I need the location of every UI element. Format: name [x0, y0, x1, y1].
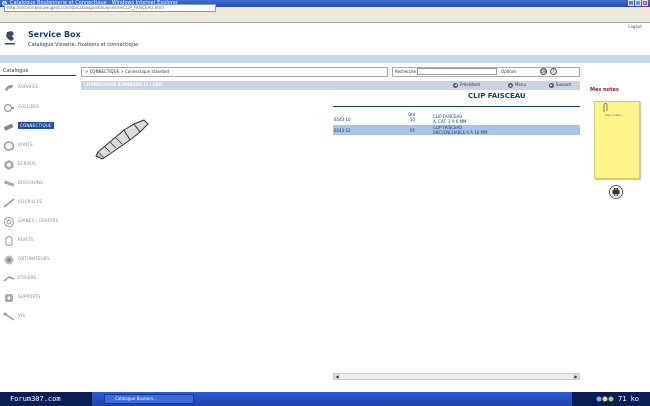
sidebar-item-label: CONNECTIQUE	[18, 122, 54, 129]
app-title: Service Box	[28, 30, 81, 39]
scroll-left-icon[interactable]: ◀	[334, 374, 340, 379]
sidebar-item-label: GOUPILLES	[18, 199, 43, 204]
part-ref: 6543 12	[334, 128, 351, 133]
search-go-button[interactable]: OK	[540, 68, 547, 75]
clip-icon	[5, 84, 13, 91]
taskbar-item-ie[interactable]: Catalogue Boulonn...	[104, 394, 194, 404]
sidebar-item-label: OBTURATEURS	[18, 256, 50, 261]
table-row[interactable]: 6543 10 10 CLIP FAISCEAU A. CAT. 3 A 6 M…	[333, 114, 580, 124]
section-title: CONNECTIQUE STANDARD (1 / 148)	[84, 82, 163, 87]
start-button[interactable]: Forum307.com	[0, 392, 92, 406]
sidebar-item-bouchons[interactable]: BOUCHONS	[0, 176, 76, 192]
part-qty: 01	[410, 128, 416, 133]
paperclip-icon	[603, 103, 608, 112]
sidebar-item-label: BOUCHONS	[18, 180, 43, 185]
app-subtitle: Catalogue Visserie, fixations et connect…	[28, 42, 139, 48]
breadcrumb: > CONNECTIQUE > Connectique standard	[81, 67, 388, 77]
sidebar-item-gaines[interactable]: GAINES / GRAFFES	[0, 214, 76, 230]
sidebar-item-ecrous[interactable]: ECROUS	[0, 157, 76, 173]
header-band	[0, 55, 650, 63]
part-desc-detail: A. CAT. 3 A 6 MM	[433, 119, 467, 124]
sidebar-item-label: ECROUS	[18, 161, 36, 166]
sidebar-title: Catalogue	[0, 68, 76, 76]
sidebar-item-label: GAINES / GRAFFES	[18, 218, 59, 223]
sidebar-item-vis[interactable]: VIS	[0, 309, 76, 325]
sidebar-item-label: VIS	[18, 313, 26, 318]
sidebar-item-label: ETRIERS	[18, 275, 37, 280]
plug-icon	[3, 180, 15, 187]
sheath-icon	[4, 217, 14, 227]
sidebar-item-supports[interactable]: SUPPORTS	[0, 290, 76, 306]
support-icon	[5, 294, 13, 302]
table-divider	[333, 106, 580, 107]
sidebar-item-label: SUPPORTS	[18, 294, 41, 299]
connector-icon	[3, 123, 14, 131]
part-illustration	[95, 119, 149, 160]
sidebar-item-label: AGRAFES	[18, 84, 38, 89]
sidebar-item-label: RIVETS	[18, 237, 34, 242]
previous-button[interactable]: ◀ Précédent	[453, 82, 480, 88]
sidebar-item-goupilles[interactable]: GOUPILLES	[0, 195, 76, 211]
help-icon[interactable]: ?	[550, 68, 557, 75]
next-button[interactable]: ▶ Suivant	[549, 82, 571, 88]
search-input[interactable]	[417, 68, 497, 75]
part-qty: 10	[410, 117, 416, 122]
url-field[interactable]: http://service.box.peugeot.com/sb/catalo…	[4, 4, 216, 12]
notes-title: Mes notes	[590, 87, 619, 93]
sidebar-item-colliers[interactable]: COLLIERS	[0, 100, 76, 116]
sidebar-item-joints[interactable]: JOINTS	[0, 138, 76, 154]
cap-icon	[4, 255, 14, 265]
sidebar-item-agrafes[interactable]: AGRAFES	[0, 80, 76, 96]
bracket-icon	[3, 276, 15, 282]
search-options-link[interactable]: Options	[501, 69, 516, 74]
tray-icons	[596, 396, 614, 402]
part-ref: 6543 10	[334, 117, 351, 122]
part-name: CLIP FAISCEAU	[468, 92, 526, 100]
scroll-right-icon[interactable]: ▶	[573, 374, 579, 379]
peugeot-lion-logo[interactable]	[4, 30, 16, 46]
taskbar	[0, 392, 650, 406]
logout-link[interactable]: Logout	[628, 24, 642, 29]
sidebar-item-rivets[interactable]: RIVETS	[0, 233, 76, 249]
search-label: Recherche	[395, 69, 417, 74]
rivet-icon	[5, 236, 13, 246]
menu-button[interactable]: ▲ Menu	[508, 82, 526, 88]
page-header	[0, 23, 650, 55]
horizontal-scrollbar[interactable]: ◀ ▶	[333, 373, 580, 380]
sidebar-item-obturateurs[interactable]: OBTURATEURS	[0, 252, 76, 268]
window-controls: _ □ ×	[628, 0, 648, 6]
nut-icon	[4, 160, 14, 170]
table-row[interactable]: 6543 12 01 CLIP FAISCEAU ENCLENCHABLE 6 …	[333, 125, 580, 135]
maximize-icon[interactable]: □	[635, 0, 641, 6]
file-size-readout: 71 ko	[618, 395, 640, 403]
arrow-right-icon: ▶	[549, 82, 554, 88]
arrow-up-icon: ▲	[508, 82, 513, 88]
sidebar-item-connectique[interactable]: CONNECTIQUE	[0, 119, 76, 135]
collar-icon	[3, 103, 14, 113]
sidebar-item-label: JOINTS	[18, 142, 33, 147]
sidebar-item-label: COLLIERS	[18, 104, 40, 109]
note-text: Mes notes ...	[605, 113, 625, 117]
screw-icon	[3, 312, 15, 321]
seal-icon	[3, 141, 15, 151]
arrow-left-icon: ◀	[453, 82, 458, 88]
close-icon[interactable]: ×	[642, 0, 648, 6]
print-icon[interactable]	[609, 185, 623, 199]
part-desc-detail: ENCLENCHABLE 6 A 10 MM	[433, 130, 488, 135]
pin-icon	[3, 198, 15, 208]
minimize-icon[interactable]: _	[628, 0, 634, 6]
sidebar-item-etriers[interactable]: ETRIERS	[0, 271, 76, 287]
